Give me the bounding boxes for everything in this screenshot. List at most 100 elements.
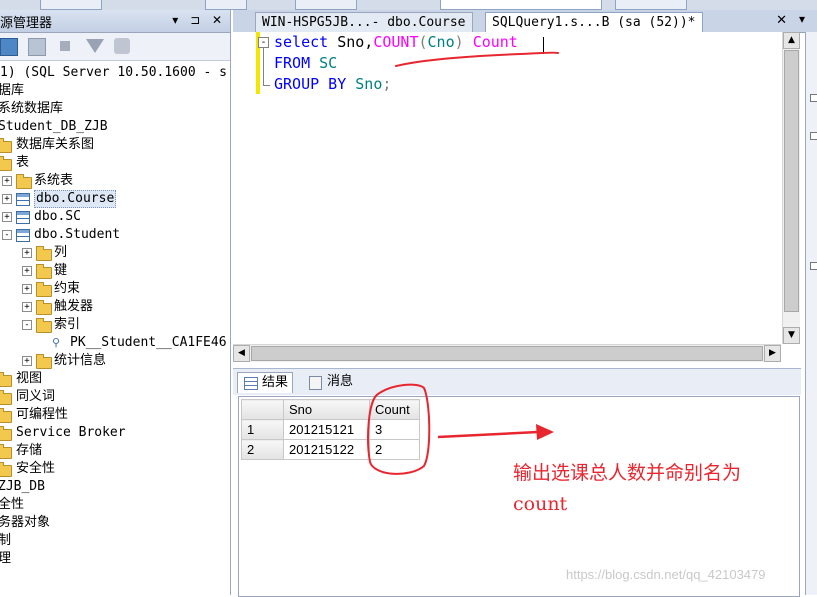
expand-icon[interactable]: + — [2, 212, 12, 222]
table-row: 2 201215122 2 — [241, 439, 420, 460]
collapse-marker-icon[interactable] — [810, 94, 817, 102]
tree-node-label: 制 — [0, 532, 11, 550]
expand-icon[interactable]: + — [22, 266, 32, 276]
toolbar-button[interactable] — [40, 0, 102, 10]
tab-sql-query[interactable]: SQLQuery1.s...B (sa (52))* — [485, 12, 703, 33]
query-line-2: FROM SC — [274, 54, 338, 72]
tree-node-label: 键 — [54, 263, 68, 278]
editor-horizontal-scrollbar[interactable]: ◀ ▶ — [233, 344, 781, 362]
tree-node-label: PK__Student__CA1FE46 — [70, 335, 227, 350]
tree-node-label: 约束 — [54, 281, 81, 296]
main-toolbar — [0, 0, 817, 10]
scroll-left-icon[interactable]: ◀ — [233, 345, 250, 362]
expand-icon[interactable]: + — [22, 356, 32, 366]
collapse-marker-icon[interactable] — [810, 132, 817, 140]
row-number-header[interactable] — [241, 399, 284, 420]
folder-icon — [36, 264, 52, 279]
tab-label: 消息 — [327, 374, 354, 389]
messages-icon — [309, 376, 322, 390]
collapse-region-icon[interactable]: - — [258, 37, 269, 48]
annotation-line-2: count — [513, 493, 568, 515]
folder-icon — [0, 390, 12, 405]
row-number[interactable]: 2 — [241, 439, 284, 460]
toolbar-button[interactable] — [295, 0, 357, 10]
expand-icon[interactable]: + — [22, 284, 32, 294]
collapse-icon[interactable]: - — [22, 320, 32, 330]
editor-vertical-scrollbar[interactable]: ▲ ▼ — [782, 32, 800, 344]
cell-count[interactable]: 2 — [369, 439, 420, 460]
annotation-note: 输出选课总人数并命别名为 count — [513, 458, 803, 520]
stop-icon[interactable] — [60, 41, 70, 51]
expand-icon[interactable]: + — [22, 248, 32, 258]
expand-icon[interactable]: + — [22, 302, 32, 312]
tree-node-label: 表 — [16, 155, 30, 170]
tree-node-label: Service Broker — [16, 425, 126, 440]
tab-label: WIN-HSPG5JB...- dbo.Course — [262, 15, 466, 30]
panel-window-buttons[interactable]: ▾ ⊐ ✕ — [172, 13, 226, 27]
query-line-3: GROUP BY Sno; — [274, 75, 392, 93]
scroll-down-icon[interactable]: ▼ — [783, 327, 800, 344]
collapse-icon[interactable]: - — [2, 230, 12, 240]
cell-count[interactable]: 3 — [369, 419, 420, 440]
folder-icon — [0, 426, 12, 441]
tab-label: 结果 — [262, 375, 289, 390]
tree-node-label: ZJB_DB — [0, 479, 45, 494]
tree-node-label: 据库 — [0, 83, 25, 98]
scroll-thumb[interactable] — [251, 346, 763, 361]
tree-node-label: 统计信息 — [54, 353, 107, 368]
tree-node-label: 全性 — [0, 497, 25, 512]
tree-node-label: 列 — [54, 245, 68, 260]
folder-icon — [0, 372, 12, 387]
column-header-sno[interactable]: Sno — [283, 399, 370, 420]
database-selector[interactable] — [440, 0, 602, 10]
expand-icon[interactable]: + — [2, 194, 12, 204]
tree-node-label: 索引 — [54, 317, 81, 332]
scroll-thumb[interactable] — [784, 50, 799, 312]
filter-icon[interactable] — [86, 39, 104, 53]
cell-sno[interactable]: 201215122 — [283, 439, 370, 460]
refresh-icon[interactable] — [114, 38, 130, 54]
tab-messages[interactable]: 消息 — [303, 372, 357, 392]
folder-icon — [16, 174, 32, 189]
execute-button[interactable] — [615, 0, 687, 10]
tree-node-label: dbo.Course — [34, 190, 117, 208]
row-number[interactable]: 1 — [241, 419, 284, 440]
scroll-up-icon[interactable]: ▲ — [783, 32, 800, 49]
grid-icon — [244, 377, 258, 390]
collapse-marker-icon[interactable] — [810, 262, 817, 270]
annotation-line-1: 输出选课总人数并命别名为 — [513, 462, 742, 484]
folder-icon — [0, 156, 12, 171]
connect-icon[interactable] — [0, 38, 18, 56]
scroll-right-icon[interactable]: ▶ — [764, 345, 781, 362]
tree-node-label: 安全性 — [16, 461, 56, 476]
cell-sno[interactable]: 201215121 — [283, 419, 370, 440]
folder-icon — [0, 138, 12, 153]
tree-node-label: 理 — [0, 550, 11, 568]
tree-node-label: 务器对象 — [0, 515, 51, 530]
tree-node-label: 系统数据库 — [0, 101, 64, 116]
object-explorer-toolbar — [0, 33, 230, 61]
index-icon: ⚲ — [52, 336, 61, 349]
tree-node-label: 数据库关系图 — [16, 137, 95, 152]
toolbar-button[interactable] — [205, 0, 247, 10]
table-icon — [16, 229, 30, 242]
properties-panel-edge — [805, 32, 817, 595]
fold-guide — [263, 48, 264, 86]
tree-node-label: 同义词 — [16, 389, 56, 404]
folder-icon — [36, 300, 52, 315]
expand-icon[interactable]: + — [2, 176, 12, 186]
results-grid: Sno Count 1 201215121 3 2 201215122 2 — [241, 399, 420, 460]
editor-gutter — [233, 32, 256, 344]
tree-node-label: 1) (SQL Server 10.50.1600 - s — [0, 65, 227, 80]
close-tab-icon[interactable]: ✕ — [776, 13, 787, 28]
folder-icon — [36, 354, 52, 369]
folder-icon — [0, 462, 12, 477]
table-row: 1 201215121 3 — [241, 419, 420, 440]
column-header-count[interactable]: Count — [369, 399, 420, 420]
object-explorer-titlebar: 源管理器 ▾ ⊐ ✕ — [0, 10, 230, 33]
disconnect-icon[interactable] — [28, 38, 46, 56]
tab-results[interactable]: 结果 — [237, 372, 294, 393]
tree-node-label: 触发器 — [54, 299, 94, 314]
tab-list-chevron-icon[interactable]: ▾ — [799, 12, 805, 26]
tab-course-table[interactable]: WIN-HSPG5JB...- dbo.Course — [255, 12, 473, 33]
